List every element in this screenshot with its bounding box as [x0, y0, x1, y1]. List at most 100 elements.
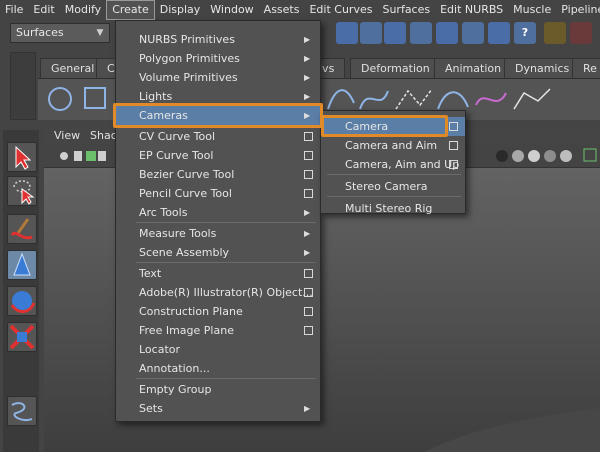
menu-item-text[interactable]: Text	[116, 264, 320, 283]
create-menu: NURBS Primitives ▶ Polygon Primitives ▶ Volu…	[115, 20, 321, 422]
tab-dynamics[interactable]: Dynamics	[504, 58, 581, 78]
shelf-grip[interactable]	[10, 52, 36, 120]
submenu-arrow-icon: ▶	[304, 404, 311, 413]
menu-item-label: Camera and Aim	[345, 139, 438, 152]
menu-file[interactable]: File	[0, 0, 28, 20]
option-box-icon[interactable]	[304, 151, 313, 160]
menu-item-multi-stereo-rig[interactable]: Multi Stereo Rig	[321, 199, 465, 218]
menu-item-label: Text	[139, 267, 162, 280]
make-live-icon[interactable]	[436, 22, 458, 44]
main-menubar: File Edit Modify Create Display Window A…	[0, 0, 600, 20]
menu-item-label: Volume Primitives	[139, 71, 238, 84]
menu-item-label: Adobe(R) Illustrator(R) Object...	[139, 286, 313, 299]
menu-surfaces[interactable]: Surfaces	[377, 0, 435, 20]
rotate-tool-icon[interactable]	[7, 286, 37, 316]
move-tool-icon[interactable]	[7, 250, 37, 280]
option-box-icon[interactable]	[449, 160, 458, 169]
menu-item-annotation[interactable]: Annotation...	[116, 359, 320, 378]
menu-item-camera-aim-and-up[interactable]: Camera, Aim and Up	[321, 155, 465, 174]
menu-item-label: Arc Tools	[139, 206, 188, 219]
snap-view-plane-icon[interactable]	[410, 22, 432, 44]
select-tool-icon[interactable]	[7, 142, 37, 172]
menu-item-label: Measure Tools	[139, 227, 217, 240]
curve-tool-icon[interactable]	[7, 396, 37, 426]
option-box-icon[interactable]	[304, 132, 313, 141]
menu-window[interactable]: Window	[205, 0, 258, 20]
menu-item-label: Locator	[139, 343, 181, 356]
menu-set-selector[interactable]: Surfaces ▼	[10, 23, 110, 43]
menu-item-sets[interactable]: Sets ▶	[116, 399, 320, 418]
menu-create[interactable]: Create	[106, 0, 155, 20]
menu-separator	[327, 196, 461, 197]
menu-separator	[136, 378, 316, 379]
menu-item-scene-assembly[interactable]: Scene Assembly ▶	[116, 243, 320, 262]
menu-display[interactable]: Display	[155, 0, 206, 20]
menu-muscle[interactable]: Muscle	[508, 0, 556, 20]
option-box-icon[interactable]	[304, 288, 313, 297]
menu-item-empty-group[interactable]: Empty Group	[116, 380, 320, 399]
submenu-arrow-icon: ▶	[304, 229, 311, 238]
menu-item-measure-tools[interactable]: Measure Tools ▶	[116, 224, 320, 243]
menu-item-nurbs-primitives[interactable]: NURBS Primitives ▶	[116, 30, 320, 49]
menu-item-stereo-camera[interactable]: Stereo Camera	[321, 177, 465, 196]
help-icon[interactable]: ?	[514, 22, 536, 44]
menu-modify[interactable]: Modify	[60, 0, 106, 20]
scale-tool-icon[interactable]	[7, 322, 37, 352]
menu-item-cv-curve-tool[interactable]: CV Curve Tool	[116, 127, 320, 146]
option-box-icon[interactable]	[304, 307, 313, 316]
tab-animation[interactable]: Animation	[434, 58, 513, 78]
menu-item-construction-plane[interactable]: Construction Plane	[116, 302, 320, 321]
submenu-arrow-icon: ▶	[304, 208, 311, 217]
panel-menu-shading[interactable]: Shad	[90, 129, 118, 142]
paint-select-tool-icon[interactable]	[7, 214, 37, 244]
menu-item-label: Construction Plane	[139, 305, 243, 318]
menu-item-label: Bezier Curve Tool	[139, 168, 235, 181]
menu-item-label: Scene Assembly	[139, 246, 230, 259]
menu-item-free-image-plane[interactable]: Free Image Plane	[116, 321, 320, 340]
menu-edit[interactable]: Edit	[28, 0, 59, 20]
menu-item-bezier-curve-tool[interactable]: Bezier Curve Tool	[116, 165, 320, 184]
lasso-tool-icon[interactable]	[7, 176, 37, 206]
menu-set-value: Surfaces	[16, 26, 64, 39]
construction-history-icon[interactable]	[462, 22, 484, 44]
menu-item-volume-primitives[interactable]: Volume Primitives ▶	[116, 68, 320, 87]
menu-item-arc-tools[interactable]: Arc Tools ▶	[116, 203, 320, 222]
tab-deformation[interactable]: Deformation	[350, 58, 441, 78]
menu-item-locator[interactable]: Locator	[116, 340, 320, 359]
snap-grid-icon[interactable]	[336, 22, 358, 44]
menu-item-label: NURBS Primitives	[139, 33, 235, 46]
snap-point-icon[interactable]	[384, 22, 406, 44]
option-box-icon[interactable]	[304, 269, 313, 278]
menu-pipeline-cache[interactable]: Pipeline C	[556, 0, 600, 20]
menu-item-ep-curve-tool[interactable]: EP Curve Tool	[116, 146, 320, 165]
toolbox	[3, 130, 39, 452]
option-box-icon[interactable]	[304, 170, 313, 179]
snap-curve-icon[interactable]	[360, 22, 382, 44]
menu-item-polygon-primitives[interactable]: Polygon Primitives ▶	[116, 49, 320, 68]
menu-edit-curves[interactable]: Edit Curves	[304, 0, 377, 20]
menu-item-label: Pencil Curve Tool	[139, 187, 232, 200]
select-icon[interactable]	[570, 22, 592, 44]
menu-edit-nurbs[interactable]: Edit NURBS	[435, 0, 508, 20]
menu-item-label: Multi Stereo Rig	[345, 202, 433, 215]
menu-item-label: Empty Group	[139, 383, 212, 396]
camera-highlight-callout	[321, 115, 448, 137]
menu-item-pencil-curve-tool[interactable]: Pencil Curve Tool	[116, 184, 320, 203]
circle-icon[interactable]	[48, 87, 72, 111]
menu-separator	[327, 174, 461, 175]
option-box-icon[interactable]	[449, 141, 458, 150]
menu-item-label: Annotation...	[139, 362, 210, 375]
square-icon[interactable]	[84, 87, 106, 109]
tab-rendering[interactable]: Re	[572, 58, 600, 78]
lock-icon[interactable]	[544, 22, 566, 44]
menu-item-camera-and-aim[interactable]: Camera and Aim	[321, 136, 465, 155]
menu-item-label: EP Curve Tool	[139, 149, 214, 162]
option-box-icon[interactable]	[304, 326, 313, 335]
render-settings-icon[interactable]	[488, 22, 510, 44]
panel-menu-view[interactable]: View	[54, 129, 80, 142]
menu-item-adobe-r-illustrator-r-object[interactable]: Adobe(R) Illustrator(R) Object...	[116, 283, 320, 302]
option-box-icon[interactable]	[449, 122, 458, 131]
option-box-icon[interactable]	[304, 189, 313, 198]
cameras-highlight-callout	[113, 103, 323, 128]
menu-assets[interactable]: Assets	[259, 0, 305, 20]
